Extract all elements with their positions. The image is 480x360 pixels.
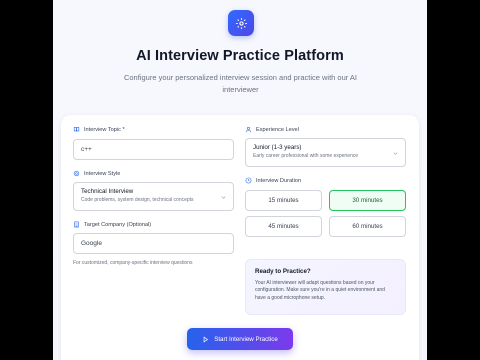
book-icon (73, 127, 80, 132)
app-viewport: AI Interview Practice Platform Configure… (53, 0, 427, 360)
duration-option-15[interactable]: 15 minutes (245, 190, 322, 211)
style-label: Interview Style (73, 170, 120, 177)
topic-input[interactable]: c++ (73, 139, 234, 160)
user-icon (245, 126, 252, 133)
settings-logo-icon (228, 10, 254, 36)
style-selected: Technical Interview (81, 188, 134, 195)
style-select[interactable]: Technical Interview Code problems, syste… (73, 182, 234, 211)
clock-icon (245, 177, 252, 184)
topic-input-value: c++ (81, 146, 92, 153)
duration-option-60[interactable]: 60 minutes (329, 216, 406, 237)
duration-label: Interview Duration (245, 177, 301, 184)
ready-title: Ready to Practice? (255, 268, 311, 275)
experience-description: Early career professional with some expe… (253, 153, 359, 159)
ready-panel: Ready to Practice? Your AI interviewer w… (245, 259, 406, 315)
building-icon (74, 221, 79, 228)
company-input[interactable]: Google (73, 233, 234, 254)
duration-option-45[interactable]: 45 minutes (245, 216, 322, 237)
page-subtitle: Configure your personalized interview se… (123, 73, 358, 94)
ready-body: Your AI interviewer will adapt questions… (255, 280, 385, 301)
chevron-down-icon (393, 152, 398, 155)
company-label-text: Target Company (Optional) (84, 221, 152, 228)
experience-label: Experience Level (245, 126, 299, 133)
company-label: Target Company (Optional) (73, 221, 151, 228)
start-interview-button[interactable]: Start Interview Practice (187, 328, 293, 350)
company-hint: For customized, company-specific intervi… (73, 260, 193, 266)
experience-selected: Junior (1-3 years) (253, 144, 302, 151)
topic-label-text: Interview Topic * (84, 126, 125, 133)
company-input-value: Google (81, 240, 102, 247)
page-title: AI Interview Practice Platform (136, 48, 344, 64)
config-card: Interview Topic * c++ Interview Style Te… (61, 115, 419, 360)
duration-label-text: Interview Duration (256, 177, 302, 184)
start-interview-label: Start Interview Practice (214, 335, 278, 343)
gear-icon (73, 170, 80, 177)
chevron-down-icon (221, 196, 226, 199)
play-icon (203, 336, 209, 342)
style-label-text: Interview Style (84, 170, 121, 177)
duration-option-30[interactable]: 30 minutes (329, 190, 406, 211)
experience-label-text: Experience Level (256, 126, 299, 133)
style-description: Code problems, system design, technical … (81, 197, 194, 203)
experience-select[interactable]: Junior (1-3 years) Early career professi… (245, 138, 406, 167)
topic-label: Interview Topic * (73, 126, 125, 133)
